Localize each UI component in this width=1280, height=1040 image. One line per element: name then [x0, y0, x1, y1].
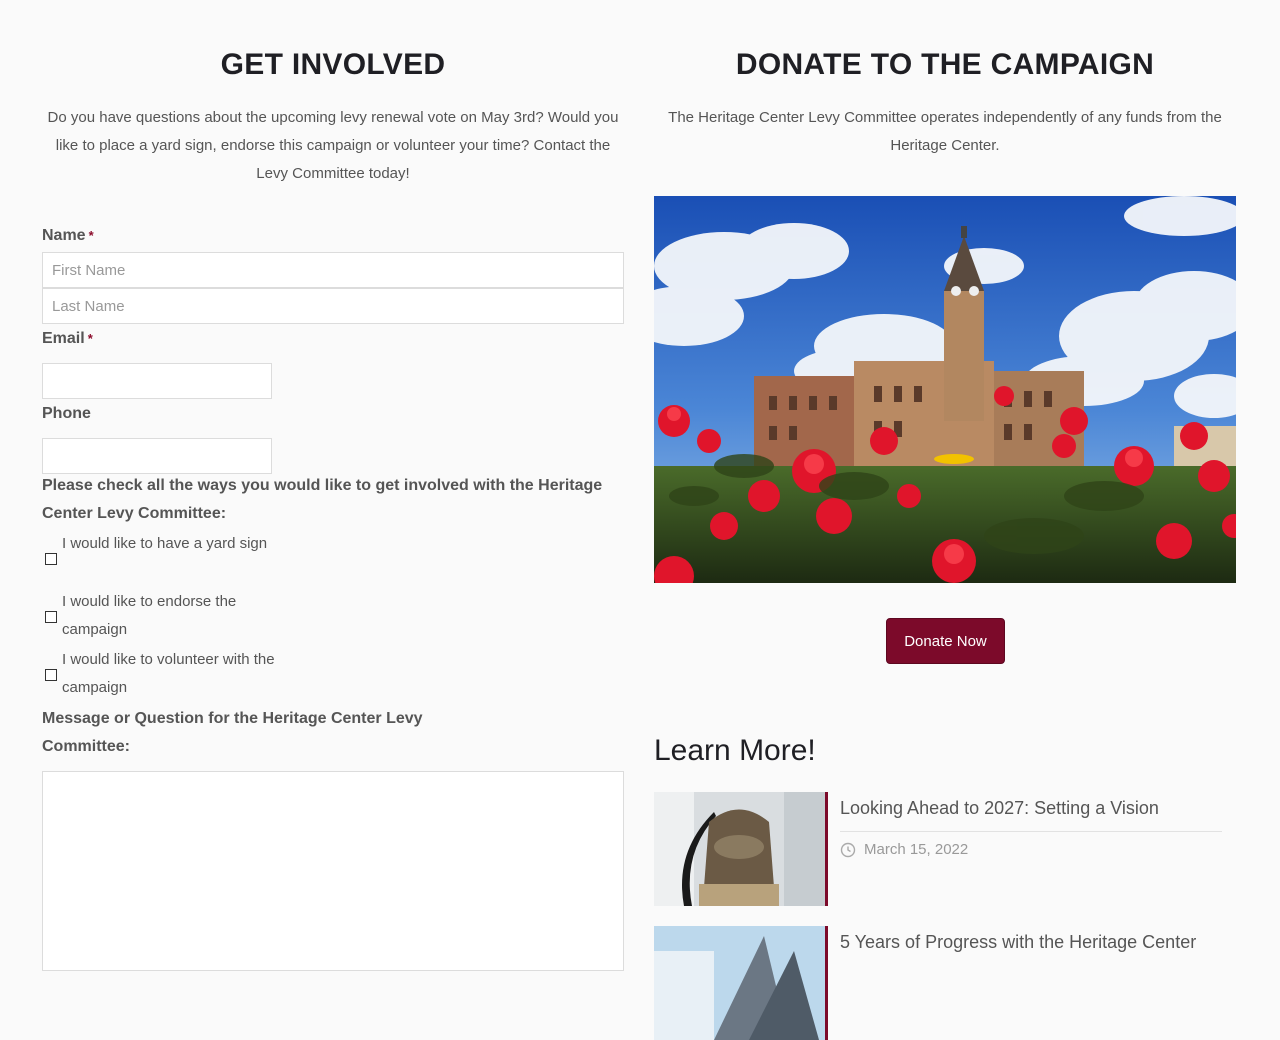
name-label-text: Name: [42, 227, 86, 244]
courthouse-roses-photo: [654, 196, 1236, 583]
post-title[interactable]: Looking Ahead to 2027: Setting a Vision: [840, 796, 1159, 820]
message-textarea[interactable]: [42, 771, 624, 971]
phone-label: Phone: [42, 405, 91, 422]
learn-more-title: Learn More!: [654, 734, 816, 767]
donate-now-button[interactable]: Donate Now: [886, 618, 1005, 664]
involvement-label: Please check all the ways you would like…: [42, 477, 603, 522]
checkbox-option-volunteer[interactable]: I would like to volunteer with the campa…: [42, 646, 302, 702]
checkbox-label: I would like to have a yard sign: [62, 535, 268, 552]
donate-intro: The Heritage Center Levy Committee opera…: [668, 109, 1222, 154]
name-label: Name *: [42, 222, 94, 250]
building-photo[interactable]: [654, 926, 828, 1040]
donate-title: DONATE TO THE CAMPAIGN: [735, 48, 1155, 81]
blog-post-item[interactable]: 5 Years of Progress with the Heritage Ce…: [654, 926, 1236, 1040]
clock-icon: [840, 842, 856, 858]
checkbox[interactable]: [45, 611, 57, 623]
checkbox-option-endorse[interactable]: I would like to endorse the campaign: [42, 588, 302, 644]
required-mark: *: [88, 228, 94, 243]
first-name-input[interactable]: First Name: [42, 252, 624, 288]
post-divider: [840, 831, 1222, 832]
phone-input[interactable]: [42, 438, 272, 474]
email-label-text: Email: [42, 330, 85, 347]
get-involved-title: GET INVOLVED: [220, 48, 446, 81]
post-date-text: March 15, 2022: [864, 841, 969, 858]
blog-post-item[interactable]: Looking Ahead to 2027: Setting a Vision …: [654, 792, 1236, 906]
email-label: Email *: [42, 325, 93, 353]
checkbox-option-yard-sign[interactable]: I would like to have a yard sign: [42, 530, 302, 586]
checkbox-label: I would like to endorse the campaign: [62, 593, 237, 638]
checkbox[interactable]: [45, 669, 57, 681]
email-input[interactable]: [42, 363, 272, 399]
message-label: Message or Question for the Heritage Cen…: [42, 710, 423, 755]
post-date: March 15, 2022: [840, 840, 968, 860]
post-title[interactable]: 5 Years of Progress with the Heritage Ce…: [840, 930, 1196, 954]
checkbox-label: I would like to volunteer with the campa…: [62, 651, 275, 696]
required-mark: *: [87, 331, 93, 346]
ohio-bell-photo[interactable]: [654, 792, 828, 906]
checkbox[interactable]: [45, 553, 57, 565]
last-name-input[interactable]: Last Name: [42, 288, 624, 324]
get-involved-intro: Do you have questions about the upcoming…: [47, 109, 619, 182]
